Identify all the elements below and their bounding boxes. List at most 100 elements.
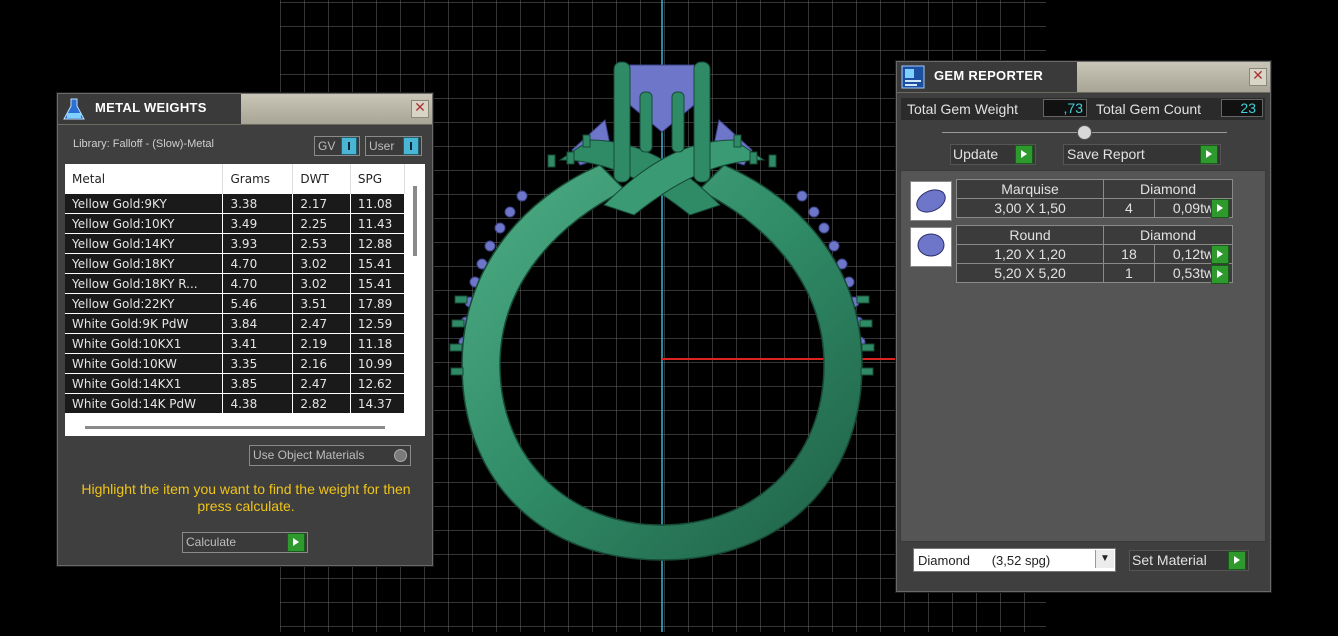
horizontal-scrollbar[interactable] xyxy=(85,426,385,429)
table-cell: 4.70 xyxy=(222,253,294,274)
table-row[interactable]: White Gold:10KW 3.35 2.16 10.99 xyxy=(65,353,406,374)
table-cell: 5.46 xyxy=(222,293,294,314)
table-cell: 12.88 xyxy=(350,233,406,254)
gem-shape-thumb[interactable] xyxy=(910,181,952,221)
table-cell: 11.08 xyxy=(350,194,406,214)
table-cell: 3.51 xyxy=(292,293,351,314)
set-material-button[interactable]: Set Material xyxy=(1129,550,1249,571)
play-icon[interactable] xyxy=(1211,199,1229,218)
gem-group-table: Marquise Diamond 3,00 X 1,50 4 0,09tw xyxy=(956,179,1234,218)
table-cell: 2.25 xyxy=(292,213,351,234)
gem-reporter-panel: GEM REPORTER ✕ Total Gem Weight ,73 Tota… xyxy=(896,61,1271,592)
table-cell: 2.53 xyxy=(292,233,351,254)
close-icon[interactable]: ✕ xyxy=(1249,68,1267,86)
gem-group-table: Round Diamond 1,20 X 1,20 18 0,12tw 5,20 X 5,… xyxy=(956,225,1234,283)
table-cell: 17.89 xyxy=(350,293,406,314)
table-cell: Yellow Gold:18KY xyxy=(65,253,224,274)
gem-size: 5,20 X 5,20 xyxy=(956,263,1104,283)
table-cell: 2.19 xyxy=(292,333,351,354)
total-gem-weight-label: Total Gem Weight xyxy=(907,101,1019,117)
table-row[interactable]: White Gold:9K PdW 3.84 2.47 12.59 xyxy=(65,313,406,334)
table-row[interactable]: Yellow Gold:10KY 3.49 2.25 11.43 xyxy=(65,213,406,234)
metal-list[interactable]: Metal Grams DWT SPG Yellow Gold:9KY 3.38 2.17 1… xyxy=(65,164,425,436)
gem-shape-thumb[interactable] xyxy=(910,227,952,267)
calculate-button[interactable]: Calculate xyxy=(182,532,308,553)
radio-icon xyxy=(394,449,407,462)
slider-thumb[interactable] xyxy=(1077,125,1092,140)
use-object-materials-toggle[interactable]: Use Object Materials xyxy=(249,445,411,466)
table-row[interactable]: Yellow Gold:14KY 3.93 2.53 12.88 xyxy=(65,233,406,254)
table-row[interactable]: White Gold:14K PdW 4.38 2.82 14.37 xyxy=(65,393,406,414)
round-gem-icon xyxy=(917,233,945,257)
save-report-button[interactable]: Save Report xyxy=(1063,144,1221,165)
table-row[interactable]: Yellow Gold:9KY 3.38 2.17 11.08 xyxy=(65,194,406,214)
metal-table-header: Metal Grams DWT SPG xyxy=(65,164,406,194)
table-cell: 3.35 xyxy=(222,353,294,374)
column-header[interactable]: SPG xyxy=(350,164,406,194)
metal-weights-titlebar[interactable]: METAL WEIGHTS ✕ xyxy=(58,94,432,125)
gv-label: GV xyxy=(318,139,336,153)
column-header[interactable]: DWT xyxy=(292,164,351,194)
vertical-scrollbar[interactable] xyxy=(413,186,417,256)
play-icon xyxy=(1200,145,1218,164)
update-label: Update xyxy=(953,146,999,162)
table-row[interactable]: Yellow Gold:18KY R... 4.70 3.02 15.41 xyxy=(65,273,406,294)
toggle-icon xyxy=(403,137,419,155)
gem-reporter-titlebar[interactable]: GEM REPORTER ✕ xyxy=(897,62,1270,93)
table-cell: White Gold:14KX1 xyxy=(65,373,224,394)
gem-row[interactable]: 1,20 X 1,20 18 0,12tw xyxy=(956,244,1234,264)
table-row[interactable]: White Gold:10KX1 3.41 2.19 11.18 xyxy=(65,333,406,354)
flask-icon xyxy=(63,98,85,120)
material-select-value: Diamond (3,52 spg) xyxy=(918,553,1051,568)
toggle-icon xyxy=(341,137,357,155)
update-button[interactable]: Update xyxy=(950,144,1036,165)
close-icon[interactable]: ✕ xyxy=(411,100,429,118)
table-cell: Yellow Gold:18KY R... xyxy=(65,273,224,294)
table-row[interactable]: Yellow Gold:22KY 5.46 3.51 17.89 xyxy=(65,293,406,314)
table-cell: 10.99 xyxy=(350,353,406,374)
table-cell: 3.93 xyxy=(222,233,294,254)
gem-count: 4 xyxy=(1103,198,1155,218)
table-cell: White Gold:14K PdW xyxy=(65,393,224,414)
table-cell: 3.38 xyxy=(222,194,294,214)
table-row[interactable]: White Gold:14KX1 3.85 2.47 12.62 xyxy=(65,373,406,394)
gem-report-icon xyxy=(901,65,925,89)
table-cell: 4.38 xyxy=(222,393,294,414)
calculate-label: Calculate xyxy=(186,535,237,549)
table-cell: 2.16 xyxy=(292,353,351,374)
table-cell: 11.18 xyxy=(350,333,406,354)
play-icon[interactable] xyxy=(1211,265,1229,284)
use-object-materials-label: Use Object Materials xyxy=(253,448,365,462)
gem-row[interactable]: 5,20 X 5,20 1 0,53tw xyxy=(956,263,1234,283)
table-cell: 15.41 xyxy=(350,273,406,294)
save-report-label: Save Report xyxy=(1067,146,1145,162)
metal-table-wrap: Metal Grams DWT SPG Yellow Gold:9KY 3.38 2.17 1… xyxy=(65,164,406,414)
gem-group-header: Round Diamond xyxy=(956,225,1233,245)
gv-toggle[interactable]: GV xyxy=(314,136,360,156)
table-cell: Yellow Gold:9KY xyxy=(65,194,224,214)
table-cell: 2.17 xyxy=(292,194,351,214)
weight-hint-text: Highlight the item you want to find the … xyxy=(81,481,411,514)
material-select[interactable]: Diamond (3,52 spg) ▼ xyxy=(913,548,1116,572)
column-header[interactable]: Metal xyxy=(65,164,224,194)
gem-count: 1 xyxy=(1103,263,1155,283)
gem-list[interactable]: Marquise Diamond 3,00 X 1,50 4 0,09tw Round Di… xyxy=(900,170,1266,542)
gem-shape: Marquise xyxy=(956,179,1104,199)
table-cell: White Gold:9K PdW xyxy=(65,313,224,334)
play-icon[interactable] xyxy=(1211,245,1229,264)
user-toggle[interactable]: User xyxy=(365,136,422,156)
gem-size: 3,00 X 1,50 xyxy=(956,198,1104,218)
table-row[interactable]: Yellow Gold:18KY 4.70 3.02 15.41 xyxy=(65,253,406,274)
set-material-label: Set Material xyxy=(1132,552,1207,568)
table-cell: 3.85 xyxy=(222,373,294,394)
table-cell: 2.47 xyxy=(292,313,351,334)
library-label: Library: Falloff - (Slow)-Metal xyxy=(73,138,214,150)
gem-row[interactable]: 3,00 X 1,50 4 0,09tw xyxy=(956,198,1234,218)
table-cell: 12.62 xyxy=(350,373,406,394)
total-gem-count-value: 23 xyxy=(1221,99,1263,117)
table-cell: Yellow Gold:22KY xyxy=(65,293,224,314)
table-cell: 15.41 xyxy=(350,253,406,274)
gem-material: Diamond xyxy=(1103,225,1233,245)
column-header[interactable]: Grams xyxy=(222,164,294,194)
chevron-down-icon: ▼ xyxy=(1095,550,1114,568)
